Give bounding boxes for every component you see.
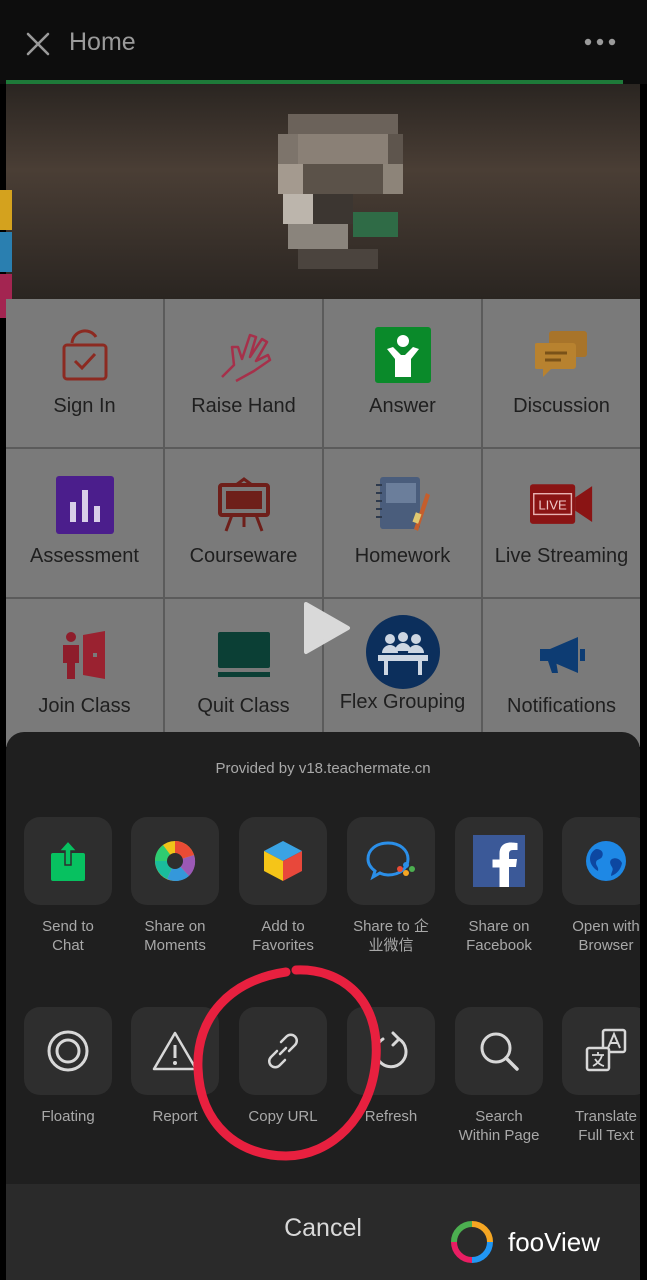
feature-grid: Sign In Raise Hand Answer Discussion Ass… xyxy=(6,299,640,747)
share-option-label: Translate Full Text xyxy=(575,1108,637,1144)
quit-class-icon xyxy=(217,632,270,677)
share-option-label: Share on Facebook xyxy=(466,918,532,954)
left-edge-tab[interactable] xyxy=(0,190,12,230)
grid-item-quit-class[interactable]: Quit Class xyxy=(165,599,322,747)
share-option-label: Send to Chat xyxy=(42,918,94,954)
page-title: Home xyxy=(69,28,136,56)
refresh-icon xyxy=(374,1031,408,1069)
grid-item-label: Assessment xyxy=(30,545,139,567)
fooview-brand-name: fooView xyxy=(508,1226,601,1257)
share-on-moments-button[interactable]: Share on Moments xyxy=(131,817,219,955)
grid-item-label: Courseware xyxy=(189,545,298,567)
live-badge: LIVE xyxy=(538,498,567,513)
answer-icon xyxy=(374,327,431,383)
close-icon[interactable] xyxy=(22,28,54,60)
share-option-label: Share to 企 业微信 xyxy=(353,918,429,954)
join-class-icon xyxy=(62,631,105,679)
link-icon xyxy=(268,1033,298,1069)
copy-url-button[interactable]: Copy URL xyxy=(239,1007,327,1126)
action-row: Floating Report Copy URL Refresh Search … xyxy=(24,1007,640,1157)
megaphone-icon xyxy=(539,637,585,673)
grid-item-sign-in[interactable]: Sign In xyxy=(6,299,163,447)
floating-button[interactable]: Floating xyxy=(24,1007,112,1126)
homework-icon xyxy=(375,477,430,531)
grid-item-homework[interactable]: Homework xyxy=(324,449,481,597)
search-icon xyxy=(480,1032,519,1071)
share-on-facebook-button[interactable]: Share on Facebook xyxy=(455,817,543,955)
wecom-icon xyxy=(366,841,415,881)
share-sheet: Provided by v18.teachermate.cn Send to C… xyxy=(6,732,640,1280)
top-bar: Home xyxy=(0,0,647,84)
grid-item-label: Answer xyxy=(369,395,436,417)
flex-grouping-icon xyxy=(365,615,440,689)
share-row: Send to Chat Share on Moments Add to Fav… xyxy=(24,817,640,967)
send-to-chat-button[interactable]: Send to Chat xyxy=(24,817,112,955)
browser-icon xyxy=(586,841,626,881)
grid-item-label: Discussion xyxy=(513,395,610,417)
add-to-favorites-button[interactable]: Add to Favorites xyxy=(239,817,327,955)
grid-item-answer[interactable]: Answer xyxy=(324,299,481,447)
courseware-icon xyxy=(217,477,270,532)
grid-item-label: Flex Grouping xyxy=(339,691,466,713)
grid-item-raise-hand[interactable]: Raise Hand xyxy=(165,299,322,447)
search-within-page-button[interactable]: Search Within Page xyxy=(455,1007,543,1145)
moments-icon xyxy=(155,841,196,882)
fooview-watermark: fooView xyxy=(450,1220,600,1264)
share-option-label: Open with Browser xyxy=(572,918,640,954)
discussion-icon xyxy=(534,331,587,377)
raise-hand-icon xyxy=(220,333,271,383)
grid-item-courseware[interactable]: Courseware xyxy=(165,449,322,597)
grid-item-assessment[interactable]: Assessment xyxy=(6,449,163,597)
report-icon xyxy=(152,1031,198,1071)
grid-item-join-class[interactable]: Join Class xyxy=(6,599,163,747)
share-option-label: Floating xyxy=(41,1108,95,1125)
grid-item-label: Join Class xyxy=(38,695,131,717)
send-to-chat-icon xyxy=(51,839,85,881)
share-option-label: Refresh xyxy=(364,1108,418,1125)
left-edge-tab[interactable] xyxy=(0,232,12,272)
share-option-label: Copy URL xyxy=(248,1108,318,1125)
grid-item-label: Quit Class xyxy=(197,695,290,717)
floating-icon xyxy=(47,1030,89,1072)
grid-item-live-streaming[interactable]: LIVE Live Streaming xyxy=(483,449,640,597)
sheet-footer: Cancel fooView xyxy=(6,1184,640,1280)
grid-item-label: Notifications xyxy=(507,695,616,717)
open-with-browser-button[interactable]: Open with Browser xyxy=(562,817,640,955)
share-option-label: Search Within Page xyxy=(458,1108,540,1144)
provided-by-text: Provided by v18.teachermate.cn xyxy=(215,760,431,777)
share-option-label: Share on Moments xyxy=(144,918,206,954)
fooview-logo-icon xyxy=(451,1221,493,1263)
facebook-icon xyxy=(473,835,525,887)
grid-item-discussion[interactable]: Discussion xyxy=(483,299,640,447)
video-banner[interactable] xyxy=(6,84,640,299)
grid-item-label: Homework xyxy=(354,545,451,567)
grid-item-label: Raise Hand xyxy=(191,395,296,417)
assessment-icon xyxy=(55,476,114,534)
pixelated-face-image xyxy=(278,114,403,269)
sign-in-icon xyxy=(62,329,107,381)
translate-full-text-button[interactable]: Translate Full Text xyxy=(562,1007,640,1145)
live-streaming-icon: LIVE xyxy=(529,484,592,524)
share-option-label: Report xyxy=(152,1108,198,1125)
translate-icon xyxy=(585,1028,627,1072)
favorites-icon xyxy=(264,841,302,881)
play-icon[interactable] xyxy=(300,600,352,656)
report-button[interactable]: Report xyxy=(131,1007,219,1126)
grid-item-notifications[interactable]: Notifications xyxy=(483,599,640,747)
share-option-label: Add to Favorites xyxy=(252,918,314,954)
refresh-button[interactable]: Refresh xyxy=(347,1007,435,1126)
grid-item-label: Sign In xyxy=(53,395,116,417)
share-to-wecom-button[interactable]: Share to 企 业微信 xyxy=(347,817,435,955)
more-options-icon[interactable] xyxy=(583,36,617,48)
grid-item-label: Live Streaming xyxy=(494,545,629,567)
